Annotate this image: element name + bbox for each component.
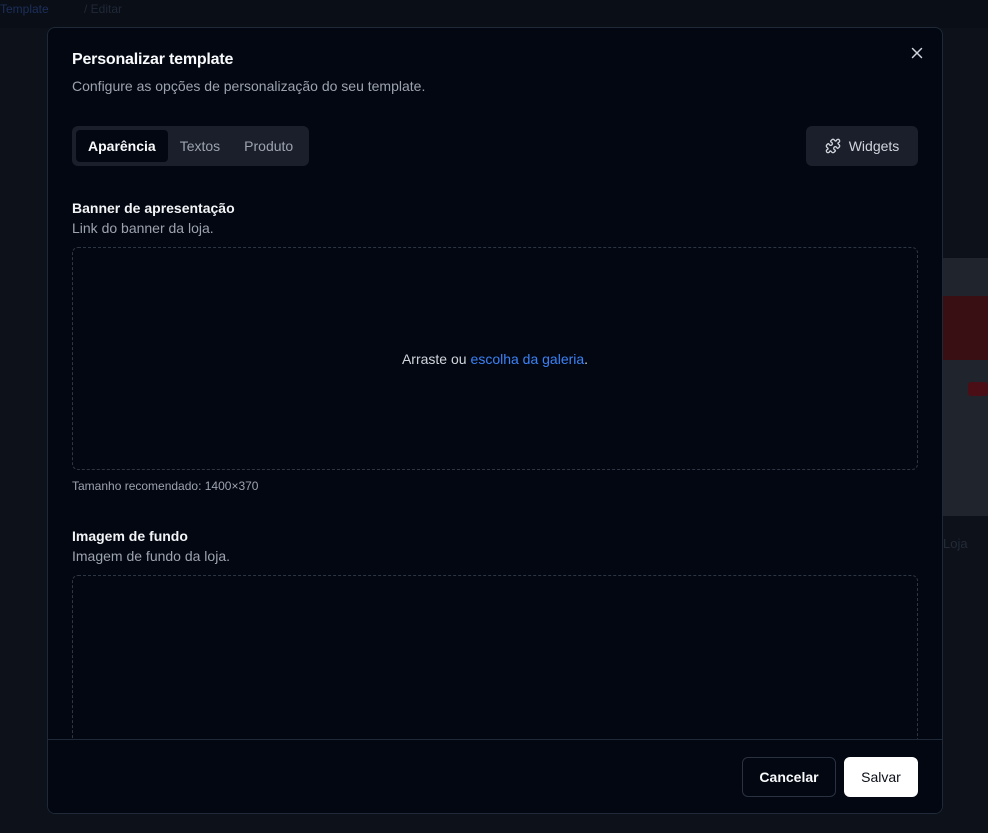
- save-button[interactable]: Salvar: [844, 757, 918, 797]
- banner-label: Banner de apresentação: [72, 200, 235, 216]
- background-card-caption: Loja: [943, 536, 968, 551]
- banner-dropzone[interactable]: Arraste ou escolha da galeria.: [72, 247, 918, 470]
- tab-list: Aparência Textos Produto: [72, 126, 310, 166]
- tab-produto[interactable]: Produto: [232, 130, 305, 162]
- background-preview-banner: [943, 296, 988, 360]
- tab-textos[interactable]: Textos: [168, 130, 232, 162]
- banner-size-hint: Tamanho recomendado: 1400×370: [72, 479, 259, 493]
- background-topbar: Template / Editar: [0, 0, 988, 28]
- background-image-description: Imagem de fundo da loja.: [72, 548, 230, 564]
- background-breadcrumb-current: / Editar: [84, 2, 123, 16]
- dialog-footer: Cancelar Salvar: [48, 739, 942, 813]
- dialog-subtitle: Configure as opções de personalização do…: [72, 78, 426, 94]
- banner-description: Link do banner da loja.: [72, 220, 214, 236]
- widgets-button[interactable]: Widgets: [806, 126, 918, 166]
- widgets-button-label: Widgets: [848, 138, 900, 154]
- gallery-link[interactable]: escolha da galeria: [471, 351, 585, 367]
- tab-aparencia[interactable]: Aparência: [76, 130, 168, 162]
- background-preview-button: [968, 382, 988, 396]
- background-image-label: Imagem de fundo: [72, 528, 188, 544]
- puzzle-icon: [825, 138, 841, 154]
- close-button[interactable]: [908, 44, 926, 62]
- dropzone-suffix: .: [584, 350, 589, 367]
- cancel-button[interactable]: Cancelar: [742, 757, 836, 797]
- close-icon: [911, 47, 923, 59]
- dropzone-text: Arraste ou: [401, 350, 467, 367]
- customize-template-dialog: Personalizar template Configure as opçõe…: [47, 27, 943, 814]
- dialog-title: Personalizar template: [72, 51, 234, 68]
- background-breadcrumb-link: Template: [0, 2, 49, 16]
